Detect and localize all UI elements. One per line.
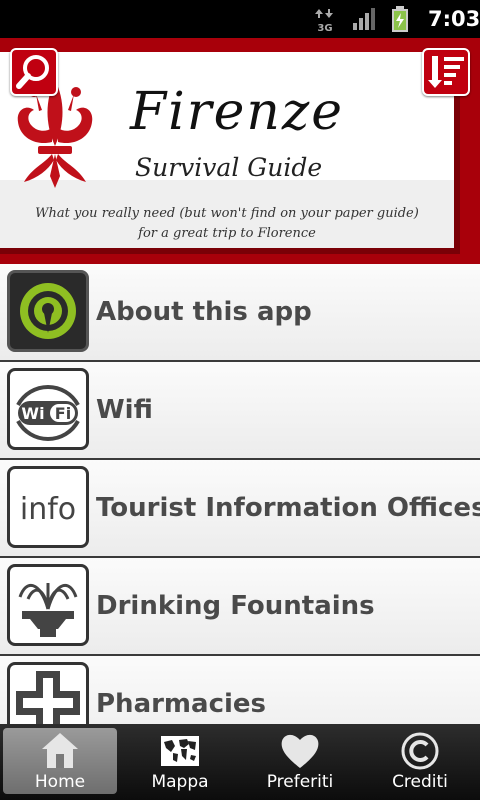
- app-title: Firenze: [130, 82, 345, 142]
- app-tagline: What you really need (but won't find on …: [0, 204, 454, 244]
- sort-menu-button[interactable]: [422, 48, 470, 96]
- tab-home[interactable]: Home: [3, 728, 117, 794]
- list-item-fountains[interactable]: Drinking Fountains: [0, 558, 480, 656]
- tab-mappa[interactable]: Mappa: [123, 728, 237, 794]
- pharmacy-cross-icon: [7, 662, 89, 724]
- search-icon: [16, 55, 49, 89]
- list-item-label: Wifi: [96, 395, 153, 425]
- tab-label: Mappa: [151, 772, 209, 792]
- copyright-icon: [400, 730, 440, 772]
- map-pin-app-icon: [7, 270, 89, 352]
- svg-text:3G: 3G: [317, 23, 332, 32]
- bottom-tab-bar: Home Mappa Preferiti Crediti: [0, 724, 480, 800]
- world-map-icon: [160, 730, 200, 772]
- app-subtitle: Survival Guide: [135, 153, 323, 182]
- banner-card: Firenze Survival Guide What you really n…: [0, 52, 460, 254]
- list-item-label: Drinking Fountains: [96, 591, 375, 621]
- status-time: 7:03: [428, 7, 480, 31]
- search-button[interactable]: [10, 48, 58, 96]
- list-sort-icon: [428, 56, 464, 88]
- wifi-icon: Wi Fi: [7, 368, 89, 450]
- svg-text:Wi: Wi: [21, 404, 44, 423]
- list-item-label: Tourist Information Offices: [96, 493, 480, 523]
- data-arrows-3g-icon: 3G: [314, 8, 336, 34]
- fountain-icon: [7, 564, 89, 646]
- signal-strength-icon: [352, 8, 376, 30]
- list-item-label: About this app: [96, 297, 312, 327]
- header-banner: Firenze Survival Guide What you really n…: [0, 38, 480, 264]
- list-item-wifi[interactable]: Wi Fi Wifi: [0, 362, 480, 460]
- svg-text:info: info: [20, 492, 76, 527]
- tab-label: Crediti: [392, 772, 448, 792]
- tab-label: Preferiti: [266, 772, 334, 792]
- tab-crediti[interactable]: Crediti: [363, 728, 477, 794]
- tagline-line-2: for a great trip to Florence: [138, 226, 316, 241]
- list-item-label: Pharmacies: [96, 689, 267, 719]
- status-bar: 3G 7:03: [0, 0, 480, 38]
- svg-text:Fi: Fi: [55, 404, 71, 423]
- list-item-pharmacies[interactable]: Pharmacies: [0, 656, 480, 724]
- category-list: About this app Wi Fi Wifi info Tourist I…: [0, 264, 480, 724]
- list-item-tourist-info[interactable]: info Tourist Information Offices: [0, 460, 480, 558]
- home-icon: [40, 730, 80, 772]
- list-item-about[interactable]: About this app: [0, 264, 480, 362]
- tab-preferiti[interactable]: Preferiti: [243, 728, 357, 794]
- battery-charging-icon: [391, 6, 409, 32]
- tab-label: Home: [34, 772, 86, 792]
- info-icon: info: [7, 466, 89, 548]
- tagline-line-1: What you really need (but won't find on …: [35, 206, 419, 221]
- heart-icon: [280, 730, 320, 772]
